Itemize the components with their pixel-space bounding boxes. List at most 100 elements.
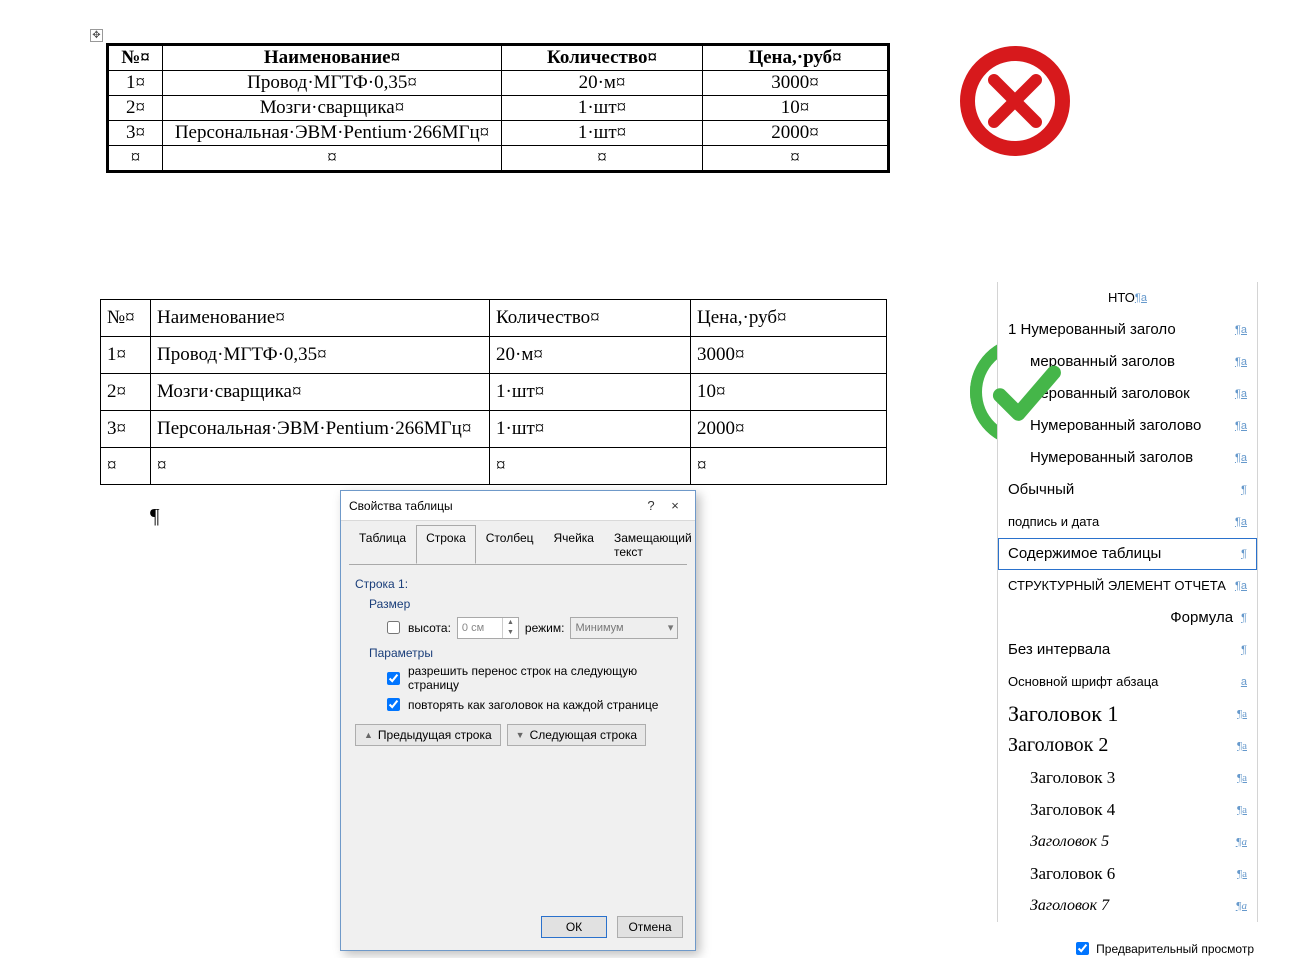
cell[interactable]: 3000¤ (703, 71, 889, 96)
style-item[interactable]: Основной шрифт абзацаa (998, 666, 1257, 698)
help-button[interactable]: ? (639, 498, 663, 513)
tab-row[interactable]: Строка (416, 525, 476, 564)
cell[interactable]: Количество¤ (490, 300, 691, 337)
cell[interactable]: 1¤ (101, 337, 151, 374)
height-checkbox[interactable]: высота: (383, 618, 451, 637)
repeat-header-input[interactable] (387, 698, 400, 711)
table-row: 2¤ Мозги·сварщика¤ 1·шт¤ 10¤ (108, 96, 889, 121)
spin-down-icon[interactable]: ▼ (502, 628, 518, 638)
style-symbol: ¶a (1235, 324, 1247, 336)
next-row-button[interactable]: ▼Следующая строка (507, 724, 646, 746)
style-label: Содержимое таблицы (1008, 545, 1161, 562)
preview-checkbox[interactable]: Предварительный просмотр (1072, 939, 1254, 958)
style-item[interactable]: Заголовок 3¶a (998, 762, 1257, 794)
close-button[interactable]: × (663, 498, 687, 513)
height-input[interactable] (458, 618, 502, 638)
style-label: Заголовок 2 (1008, 734, 1108, 757)
cell[interactable]: 10¤ (691, 374, 887, 411)
style-label: Заголовок 3 (1008, 768, 1115, 788)
repeat-header-checkbox[interactable]: повторять как заголовок на каждой страни… (383, 695, 681, 714)
style-symbol: ¶a (1235, 452, 1247, 464)
tab-cell[interactable]: Ячейка (544, 525, 604, 564)
ok-button[interactable]: ОК (541, 916, 607, 938)
cell[interactable]: Провод·МГТФ·0,35¤ (163, 71, 502, 96)
cancel-button[interactable]: Отмена (617, 916, 683, 938)
cell[interactable]: Персональная·ЭВМ·Pentium·266МГц¤ (163, 121, 502, 146)
style-item[interactable]: подпись и дата¶a (998, 506, 1257, 538)
style-item[interactable]: Заголовок 7¶a (998, 890, 1257, 922)
style-item[interactable]: Содержимое таблицы ¶ (998, 538, 1257, 570)
style-item[interactable]: Обычный¶ (998, 474, 1257, 506)
cell[interactable]: ¤ (502, 146, 703, 172)
cell[interactable]: ¤ (691, 448, 887, 485)
cell[interactable]: Количество¤ (502, 45, 703, 71)
style-symbol: ¶a (1237, 740, 1247, 752)
style-item[interactable]: Без интервала¶ (998, 634, 1257, 666)
cell[interactable]: 2¤ (108, 96, 163, 121)
style-item[interactable]: Заголовок 6¶a (998, 858, 1257, 890)
cell[interactable]: Мозги·сварщика¤ (163, 96, 502, 121)
height-checkbox-input[interactable] (387, 621, 400, 634)
dialog-titlebar[interactable]: Свойства таблицы ? × (341, 491, 695, 521)
cell[interactable]: ¤ (101, 448, 151, 485)
cell[interactable]: 3¤ (101, 411, 151, 448)
style-item[interactable]: Заголовок 1¶a (998, 698, 1257, 730)
prev-row-button[interactable]: ▲Предыдущая строка (355, 724, 501, 746)
cell[interactable]: №¤ (108, 45, 163, 71)
height-spinner[interactable]: ▲▼ (457, 617, 519, 639)
cell[interactable]: 2¤ (101, 374, 151, 411)
cell[interactable]: ¤ (151, 448, 490, 485)
tab-table[interactable]: Таблица (349, 525, 416, 564)
cell[interactable]: Цена,·руб¤ (703, 45, 889, 71)
table-properties-dialog: Свойства таблицы ? × Таблица Строка Стол… (340, 490, 696, 951)
style-label: 1 Нумерованный заголо (1008, 321, 1176, 338)
tab-alttext[interactable]: Замещающий текст (604, 525, 702, 564)
mode-select[interactable]: Минимум ▾ (570, 617, 678, 639)
cell[interactable]: 1·шт¤ (490, 374, 691, 411)
cell[interactable]: ¤ (163, 146, 502, 172)
cell[interactable]: 1·шт¤ (502, 121, 703, 146)
cell[interactable]: 20·м¤ (502, 71, 703, 96)
cell[interactable]: 1·шт¤ (502, 96, 703, 121)
cell[interactable]: 1·шт¤ (490, 411, 691, 448)
cell[interactable]: ¤ (490, 448, 691, 485)
cell[interactable]: 2000¤ (703, 121, 889, 146)
style-item[interactable]: Заголовок 4¶a (998, 794, 1257, 826)
preview-checkbox-label: Предварительный просмотр (1096, 942, 1254, 956)
cell[interactable]: Наименование¤ (151, 300, 490, 337)
cell[interactable]: Персональная·ЭВМ·Pentium·266МГц¤ (151, 411, 490, 448)
style-symbol: ¶ (1241, 612, 1247, 624)
style-item[interactable]: НТО¶a (998, 282, 1257, 314)
style-item[interactable]: Нумерованный заголов¶a (998, 442, 1257, 474)
style-item[interactable]: Заголовок 2 ¶a (998, 730, 1257, 762)
allow-wrap-checkbox[interactable]: разрешить перенос строк на следующую стр… (383, 664, 681, 692)
cell[interactable]: 10¤ (703, 96, 889, 121)
cell[interactable]: ¤ (108, 146, 163, 172)
preview-checkbox-input[interactable] (1076, 942, 1089, 955)
cell[interactable]: 20·м¤ (490, 337, 691, 374)
allow-wrap-input[interactable] (387, 672, 400, 685)
table-move-handle[interactable]: ✥ (90, 29, 103, 42)
cell[interactable]: 3¤ (108, 121, 163, 146)
cell[interactable]: Цена,·руб¤ (691, 300, 887, 337)
tab-column[interactable]: Столбец (476, 525, 544, 564)
cell[interactable]: 3000¤ (691, 337, 887, 374)
style-item[interactable]: Формула ¶ (998, 602, 1257, 634)
cell[interactable]: 2000¤ (691, 411, 887, 448)
cell[interactable]: 1¤ (108, 71, 163, 96)
style-label: Формула (1170, 609, 1233, 626)
cell[interactable]: Наименование¤ (163, 45, 502, 71)
style-item[interactable]: 1 Нумерованный заголо ¶a (998, 314, 1257, 346)
cell[interactable]: ¤ (703, 146, 889, 172)
cell[interactable]: Мозги·сварщика¤ (151, 374, 490, 411)
style-symbol: ¶a (1237, 868, 1247, 880)
cell[interactable]: Провод·МГТФ·0,35¤ (151, 337, 490, 374)
spin-up-icon[interactable]: ▲ (502, 618, 518, 628)
mode-label: режим: (525, 621, 565, 635)
style-label: Заголовок 4 (1008, 800, 1115, 820)
style-item[interactable]: СТРУКТУРНЫЙ ЭЛЕМЕНТ ОТЧЕТА¶a (998, 570, 1257, 602)
cell[interactable]: №¤ (101, 300, 151, 337)
style-item[interactable]: Заголовок 5¶a (998, 826, 1257, 858)
table-row: 1¤ Провод·МГТФ·0,35¤ 20·м¤ 3000¤ (101, 337, 887, 374)
style-symbol: ¶ (1241, 548, 1247, 560)
